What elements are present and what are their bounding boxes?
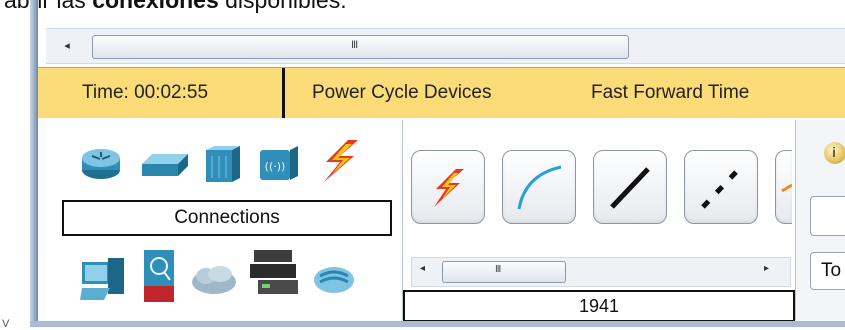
- window-bottom-frame: [30, 321, 845, 327]
- device-model-label: 1941: [403, 290, 795, 322]
- end-device-icon[interactable]: [80, 256, 126, 302]
- copper-straight-through-icon: [610, 167, 650, 209]
- subtype-scroll-grip: III: [495, 264, 501, 275]
- console-cable-tile[interactable]: [502, 150, 576, 224]
- time-separator: [282, 68, 285, 118]
- caption-suffix: disponibles.: [218, 0, 347, 13]
- window-frame-edge: [30, 0, 38, 327]
- fast-forward-time-button[interactable]: Fast Forward Time: [591, 82, 749, 104]
- right-tools-panel: i To: [796, 120, 845, 320]
- copper-straight-through-tile[interactable]: [593, 150, 667, 224]
- automatic-connection-icon: [434, 169, 464, 207]
- copper-cross-over-tile[interactable]: [684, 150, 758, 224]
- device-category-panel: ((·)) Connections: [46, 120, 400, 320]
- console-cable-icon: [517, 165, 562, 210]
- subtype-scroll-right-arrow[interactable]: ▸: [764, 263, 769, 274]
- wan-emulation-icon[interactable]: [190, 264, 238, 296]
- subtype-scroll-left-arrow[interactable]: ◂: [420, 263, 425, 274]
- workspace-horizontal-scrollbar[interactable]: ◂ III: [46, 28, 845, 64]
- svg-text:((·)): ((·)): [265, 160, 286, 173]
- toggle-pdu-label: To: [821, 260, 842, 281]
- left-margin: [0, 22, 30, 327]
- hub-icon[interactable]: [206, 146, 240, 182]
- subtype-scrollbar[interactable]: ◂ III ▸: [411, 257, 791, 287]
- router-icon[interactable]: [80, 144, 122, 182]
- margin-text-stub: V: [2, 318, 10, 330]
- device-subtype-panel: ◂ III ▸ 1941: [402, 120, 796, 322]
- device-category-label: Connections: [62, 200, 392, 236]
- instruction-caption: abrir las conexiones disponibles.: [4, 0, 347, 14]
- power-cycle-devices-button[interactable]: Power Cycle Devices: [312, 82, 492, 104]
- caption-bold: conexiones: [92, 0, 219, 13]
- scenario-button[interactable]: [810, 196, 845, 236]
- scroll-left-arrow[interactable]: ◂: [60, 38, 74, 54]
- subtype-scroll-thumb[interactable]: III: [442, 261, 566, 283]
- fiber-cable-icon: [781, 183, 793, 193]
- switch-icon[interactable]: [142, 150, 188, 178]
- info-icon[interactable]: i: [824, 142, 845, 164]
- scroll-grip: III: [351, 39, 358, 51]
- wireless-device-icon[interactable]: ((·)): [260, 146, 298, 180]
- multiuser-connection-icon[interactable]: [312, 262, 358, 296]
- automatic-connection-tile[interactable]: [411, 150, 485, 224]
- scroll-thumb[interactable]: III: [92, 35, 629, 59]
- info-glyph: i: [832, 144, 836, 160]
- security-device-icon[interactable]: [142, 250, 176, 302]
- connections-lightning-icon[interactable]: [318, 138, 362, 184]
- realtime-bar: Time: 00:02:55 Power Cycle Devices Fast …: [38, 67, 845, 119]
- copper-cross-over-icon: [701, 167, 741, 209]
- fiber-tile-partial[interactable]: [775, 150, 793, 224]
- custom-device-icon[interactable]: [250, 250, 300, 296]
- time-display: Time: 00:02:55: [82, 82, 209, 103]
- toggle-pdu-button[interactable]: To: [810, 252, 845, 290]
- caption-prefix: abrir las: [4, 0, 93, 13]
